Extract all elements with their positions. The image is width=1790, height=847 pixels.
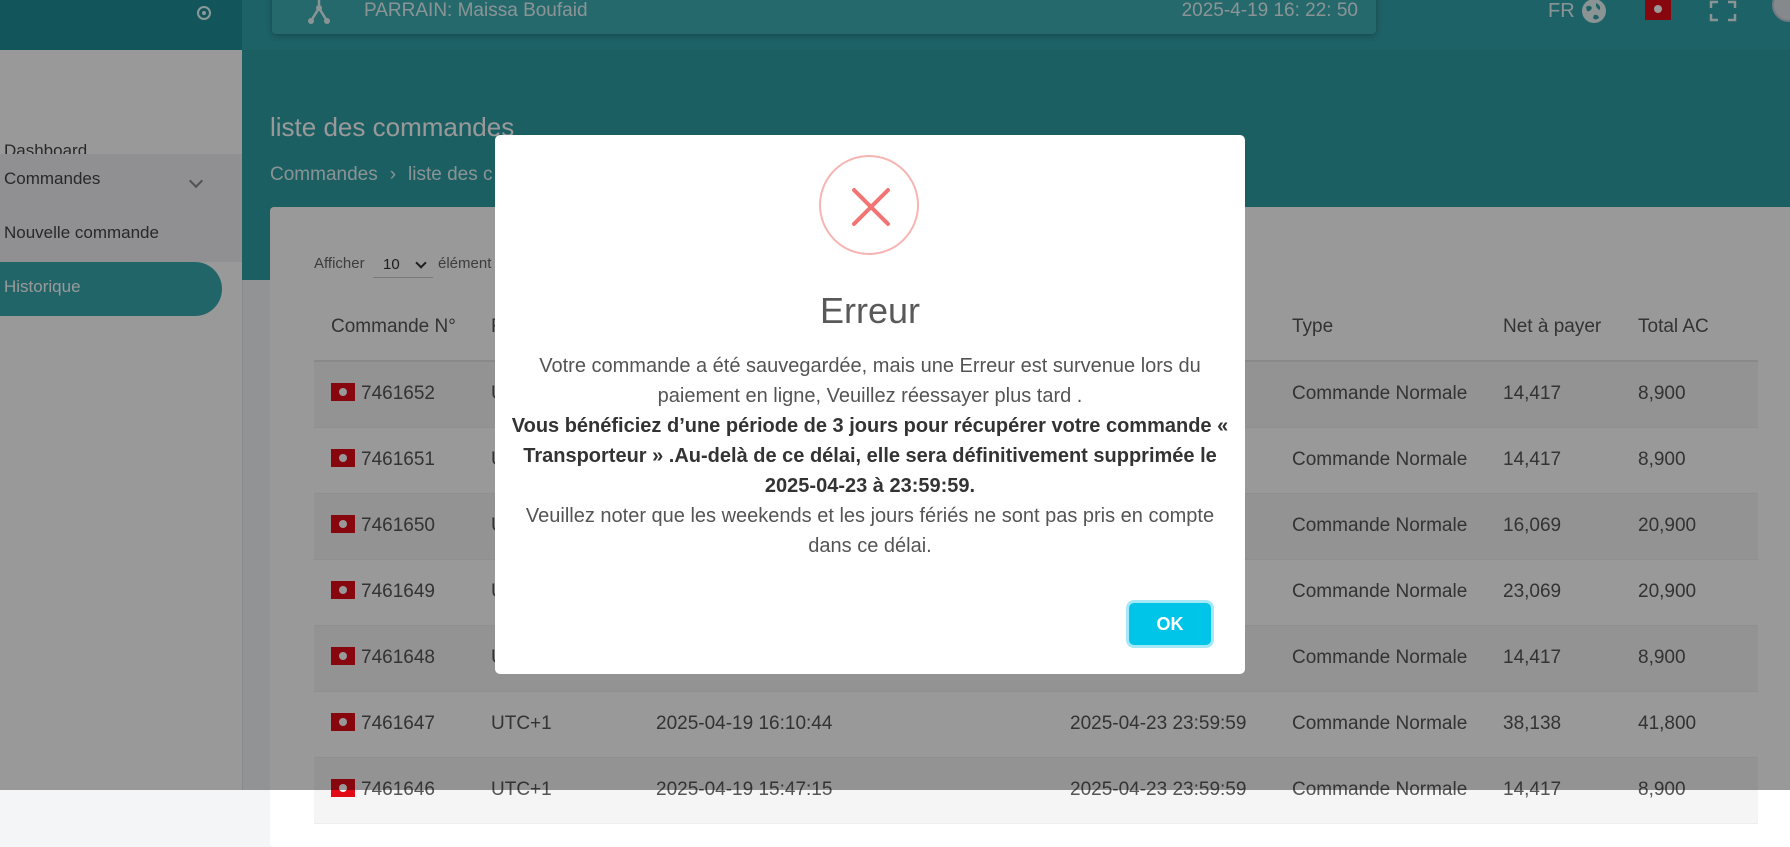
dialog-message: Votre commande a été sauvegardée, mais u… — [510, 351, 1230, 561]
dialog-line-weekends: Veuillez noter que les weekends et les j… — [525, 505, 1215, 557]
error-x-icon — [819, 155, 919, 255]
ok-button[interactable]: OK — [1129, 603, 1211, 645]
dialog-line-period: Vous bénéficiez d’une période de 3 jours… — [511, 415, 1229, 497]
dialog-title: Erreur — [819, 290, 921, 331]
error-dialog: Erreur Votre commande a été sauvegardée,… — [495, 135, 1245, 674]
dialog-line-saved: Votre commande a été sauvegardée, mais u… — [539, 355, 1201, 407]
